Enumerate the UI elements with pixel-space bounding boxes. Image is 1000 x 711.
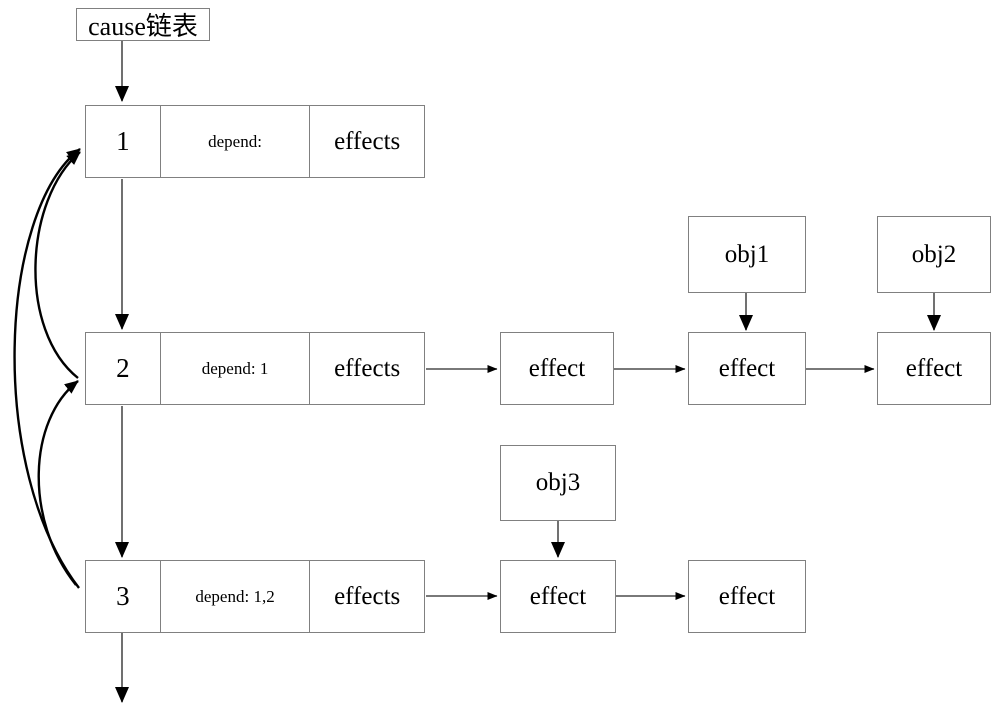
object-box-obj1: obj1 — [688, 216, 806, 293]
object-label: obj1 — [724, 240, 770, 268]
cause-node-effects-1: effects — [334, 127, 401, 155]
object-label: obj2 — [911, 240, 957, 268]
object-box-obj3: obj3 — [500, 445, 616, 521]
effect-label: effect — [528, 354, 586, 382]
cause-node-row-1: 1 depend: effects — [85, 105, 425, 178]
effect-label: effect — [529, 582, 587, 610]
cause-node-row-2: 2 depend: 1 effects — [85, 332, 425, 405]
effect-box-row2-3: effect — [877, 332, 991, 405]
cause-node-depend-1: depend: — [161, 106, 311, 177]
effect-box-row2-2: effect — [688, 332, 806, 405]
diagram-canvas: cause链表 1 depend: effects 2 depend: 1 ef… — [0, 0, 1000, 711]
effect-box-row3-1: effect — [500, 560, 616, 633]
cause-chain-title-label: cause链表 — [88, 12, 198, 41]
effect-label: effect — [718, 354, 776, 382]
cause-node-depend-2: depend: 1 — [161, 333, 311, 404]
object-label: obj3 — [535, 469, 581, 496]
curve-node3-depends-node1 — [13, 148, 81, 589]
effect-label: effect — [718, 582, 776, 610]
object-box-obj2: obj2 — [877, 216, 991, 293]
cause-node-depend-3: depend: 1,2 — [161, 561, 311, 632]
cause-node-id-1: 1 — [86, 106, 161, 177]
cause-chain-title-box: cause链表 — [76, 8, 210, 41]
cause-node-row-3: 3 depend: 1,2 effects — [85, 560, 425, 633]
cause-node-effects-2: effects — [334, 354, 401, 382]
effect-box-row3-2: effect — [688, 560, 806, 633]
cause-node-effects-3: effects — [334, 582, 401, 610]
cause-node-id-2: 2 — [86, 333, 161, 404]
curve-node2-depends-node1 — [34, 151, 81, 379]
cause-node-id-3: 3 — [86, 561, 161, 632]
effect-label: effect — [905, 354, 963, 382]
effect-box-row2-1: effect — [500, 332, 614, 405]
